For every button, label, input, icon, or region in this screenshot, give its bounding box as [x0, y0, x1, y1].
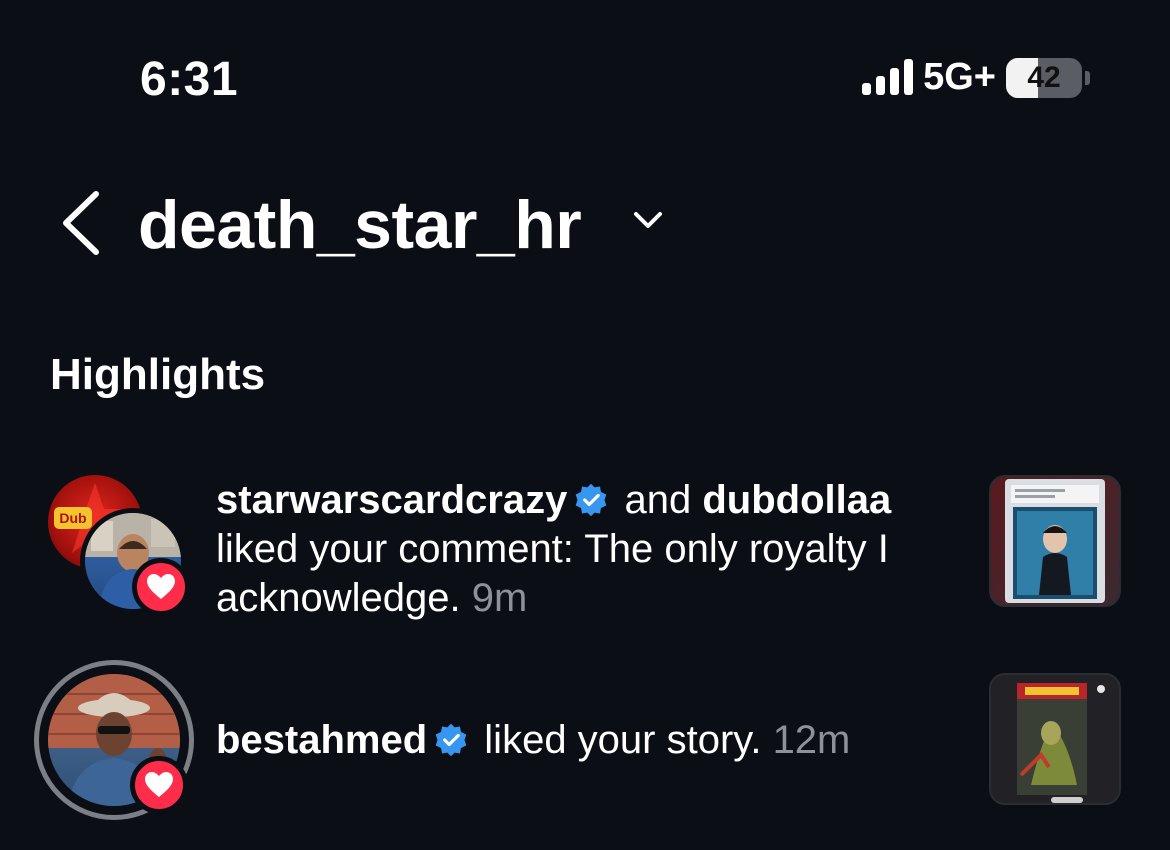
status-indicators: 5G+ 42 [862, 56, 1090, 99]
notification-text: bestahmed liked your story. 12m [216, 716, 966, 765]
chevron-left-icon[interactable] [58, 190, 106, 256]
action-text: liked your comment: The only royalty I a… [216, 527, 889, 620]
comic-cover-image [991, 675, 1119, 803]
graded-card-image [1005, 479, 1105, 603]
notification-text: starwarscardcrazy and dubdollaa liked yo… [216, 476, 966, 623]
username-link[interactable]: starwarscardcrazy [216, 478, 567, 522]
heart-icon [147, 574, 175, 599]
heart-badge [132, 558, 190, 616]
timestamp: 9m [471, 576, 528, 620]
story-thumbnail[interactable] [989, 673, 1121, 805]
notifications-screen: 6:31 5G+ 42 death_star_hr Highlights Dub… [0, 0, 1170, 850]
account-title[interactable]: death_star_hr [138, 186, 582, 264]
heart-icon [145, 772, 173, 797]
battery-level: 42 [1027, 60, 1061, 94]
username-link[interactable]: dubdollaa [702, 478, 891, 522]
post-thumbnail[interactable] [989, 475, 1121, 607]
cellular-signal-icon [862, 58, 914, 97]
battery-icon: 42 [1006, 57, 1090, 98]
timestamp: 12m [772, 718, 851, 762]
username-link[interactable]: bestahmed [216, 718, 427, 762]
network-type: 5G+ [923, 56, 996, 98]
svg-text:Dub: Dub [59, 510, 86, 526]
verified-badge-icon [435, 723, 467, 757]
verified-badge-icon [576, 483, 607, 517]
heart-badge [130, 756, 188, 814]
joiner-text: and [613, 478, 703, 522]
chevron-down-icon[interactable] [632, 208, 664, 232]
action-text: liked your story. [484, 718, 762, 762]
section-heading-highlights: Highlights [50, 350, 266, 399]
status-time: 6:31 [140, 53, 239, 106]
